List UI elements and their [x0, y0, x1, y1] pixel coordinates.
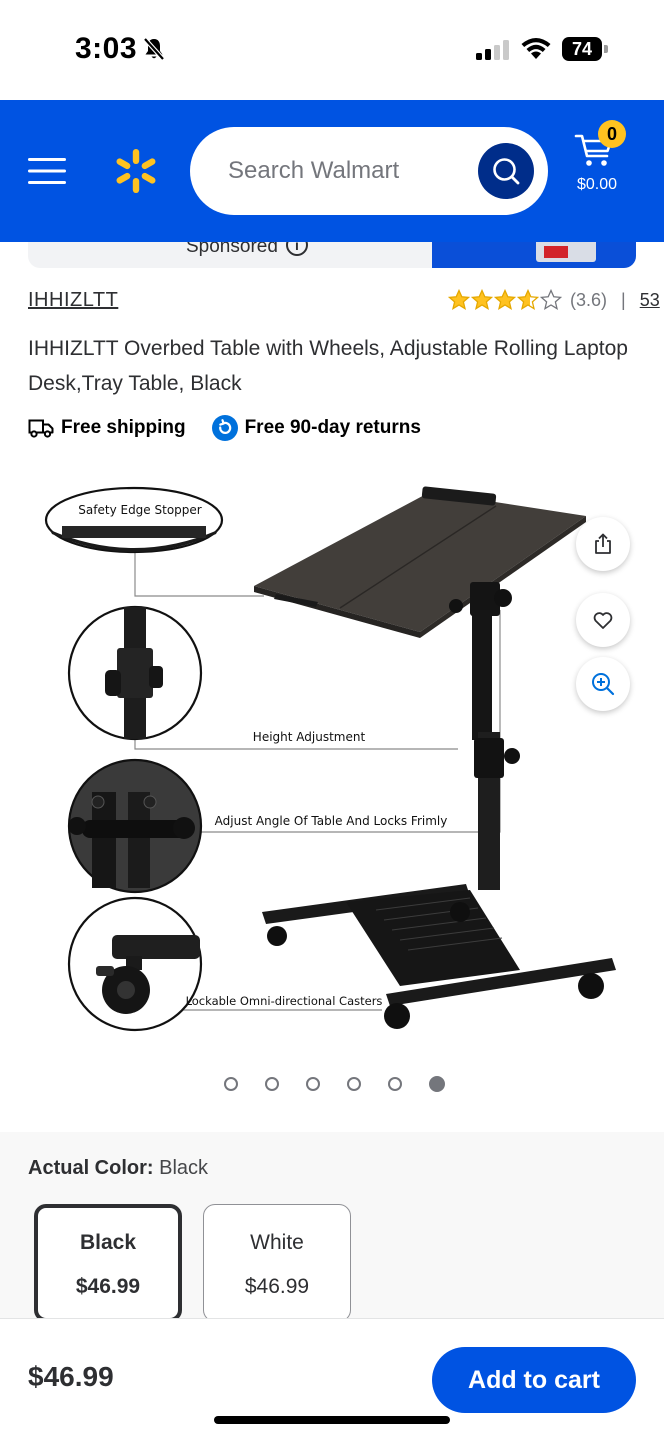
callout-angle-lock-image	[67, 758, 203, 894]
free-shipping-label: Free shipping	[61, 417, 186, 438]
color-option-price: $46.99	[244, 1275, 310, 1298]
battery-level: 74	[562, 37, 602, 61]
star-icon	[517, 289, 539, 310]
callout-label-casters: Lockable Omni-directional Casters	[186, 994, 383, 1008]
rating-value: (3.6)	[570, 289, 608, 310]
cart-count-badge: 0	[598, 120, 626, 148]
bottom-price: $46.99	[28, 1361, 114, 1392]
free-returns-label: Free 90-day returns	[244, 417, 421, 438]
sponsored-ad-banner[interactable]: Sponsored i	[28, 242, 636, 268]
status-time: 3:03	[75, 32, 138, 65]
color-option-white[interactable]: White $46.99	[203, 1204, 351, 1322]
product-page: 3:03 74 Search Walmart 0 $0.00 Sponsored…	[0, 0, 664, 1440]
carousel-pagination	[224, 1076, 445, 1092]
star-icon	[448, 289, 470, 310]
star-rating	[448, 289, 562, 311]
cart-total: $0.00	[576, 176, 618, 193]
cellular-signal-icon	[476, 40, 509, 60]
star-icon	[494, 289, 516, 310]
status-bar: 3:03 74	[0, 0, 664, 100]
sponsored-label: Sponsored	[186, 242, 278, 257]
truck-icon	[28, 419, 54, 438]
returns-icon	[211, 415, 238, 441]
hamburger-menu-icon[interactable]	[28, 156, 66, 186]
color-option-name: Black	[79, 1231, 137, 1254]
carousel-dot[interactable]	[306, 1077, 320, 1091]
ad-image	[432, 242, 636, 268]
site-header: 0 $0.00	[0, 100, 664, 242]
actual-color-label: Actual Color: Black	[28, 1157, 208, 1180]
callout-stopper-image	[44, 486, 224, 554]
walmart-spark-logo-icon[interactable]	[112, 147, 160, 195]
search-button[interactable]	[478, 143, 534, 199]
battery-tip	[604, 45, 608, 53]
callout-label-angle: Adjust Angle Of Table And Locks Frimly	[215, 814, 448, 828]
ad-product-label	[544, 246, 568, 258]
cart-button[interactable]: 0 $0.00	[572, 120, 642, 200]
carousel-dot[interactable]	[347, 1077, 361, 1091]
info-icon[interactable]: i	[286, 242, 308, 256]
overbed-table-illustration	[254, 486, 616, 1029]
bell-muted-icon	[143, 37, 165, 61]
product-image-carousel[interactable]: Safety Edge Stopper Height Adjustment Ad…	[0, 470, 664, 1050]
fulfillment-badges: Free shipping Free 90-day returns	[28, 414, 421, 442]
heart-icon	[593, 612, 613, 629]
color-option-price: $46.99	[75, 1275, 141, 1298]
product-image: Safety Edge Stopper Height Adjustment Ad…	[44, 486, 616, 1032]
callout-caster-image	[67, 896, 203, 1032]
star-icon	[540, 289, 562, 310]
wifi-icon	[521, 38, 551, 59]
callout-label-stopper: Safety Edge Stopper	[78, 503, 201, 517]
search-input[interactable]	[228, 151, 468, 191]
zoom-button[interactable]	[576, 657, 630, 711]
color-selector: Actual Color: Black Black $46.99 White $…	[0, 1132, 664, 1322]
search-icon	[493, 158, 520, 185]
color-option-name: White	[250, 1231, 304, 1254]
rating-separator: |	[621, 289, 626, 310]
carousel-dot[interactable]	[388, 1077, 402, 1091]
carousel-dot[interactable]	[429, 1076, 445, 1092]
home-indicator[interactable]	[214, 1416, 450, 1424]
review-count-link[interactable]: 53	[640, 290, 660, 311]
color-option-black[interactable]: Black $46.99	[34, 1204, 182, 1322]
add-to-cart-button[interactable]: Add to cart	[432, 1347, 636, 1413]
search-bar	[190, 127, 548, 215]
brand-link[interactable]: IHHIZLTT	[28, 289, 118, 312]
color-label-key: Actual Color:	[28, 1157, 154, 1179]
rating-summary[interactable]: (3.6) | 53	[448, 288, 660, 312]
callout-label-height: Height Adjustment	[253, 730, 366, 744]
battery-icon: 74	[562, 37, 608, 61]
favorite-button[interactable]	[576, 593, 630, 647]
share-icon	[595, 533, 611, 554]
share-button[interactable]	[576, 517, 630, 571]
product-title: IHHIZLTT Overbed Table with Wheels, Adju…	[28, 337, 628, 395]
carousel-dot[interactable]	[265, 1077, 279, 1091]
zoom-in-icon	[592, 673, 615, 696]
callout-knob-image	[67, 605, 203, 741]
carousel-dot[interactable]	[224, 1077, 238, 1091]
star-icon	[471, 289, 493, 310]
color-label-value: Black	[159, 1157, 209, 1179]
